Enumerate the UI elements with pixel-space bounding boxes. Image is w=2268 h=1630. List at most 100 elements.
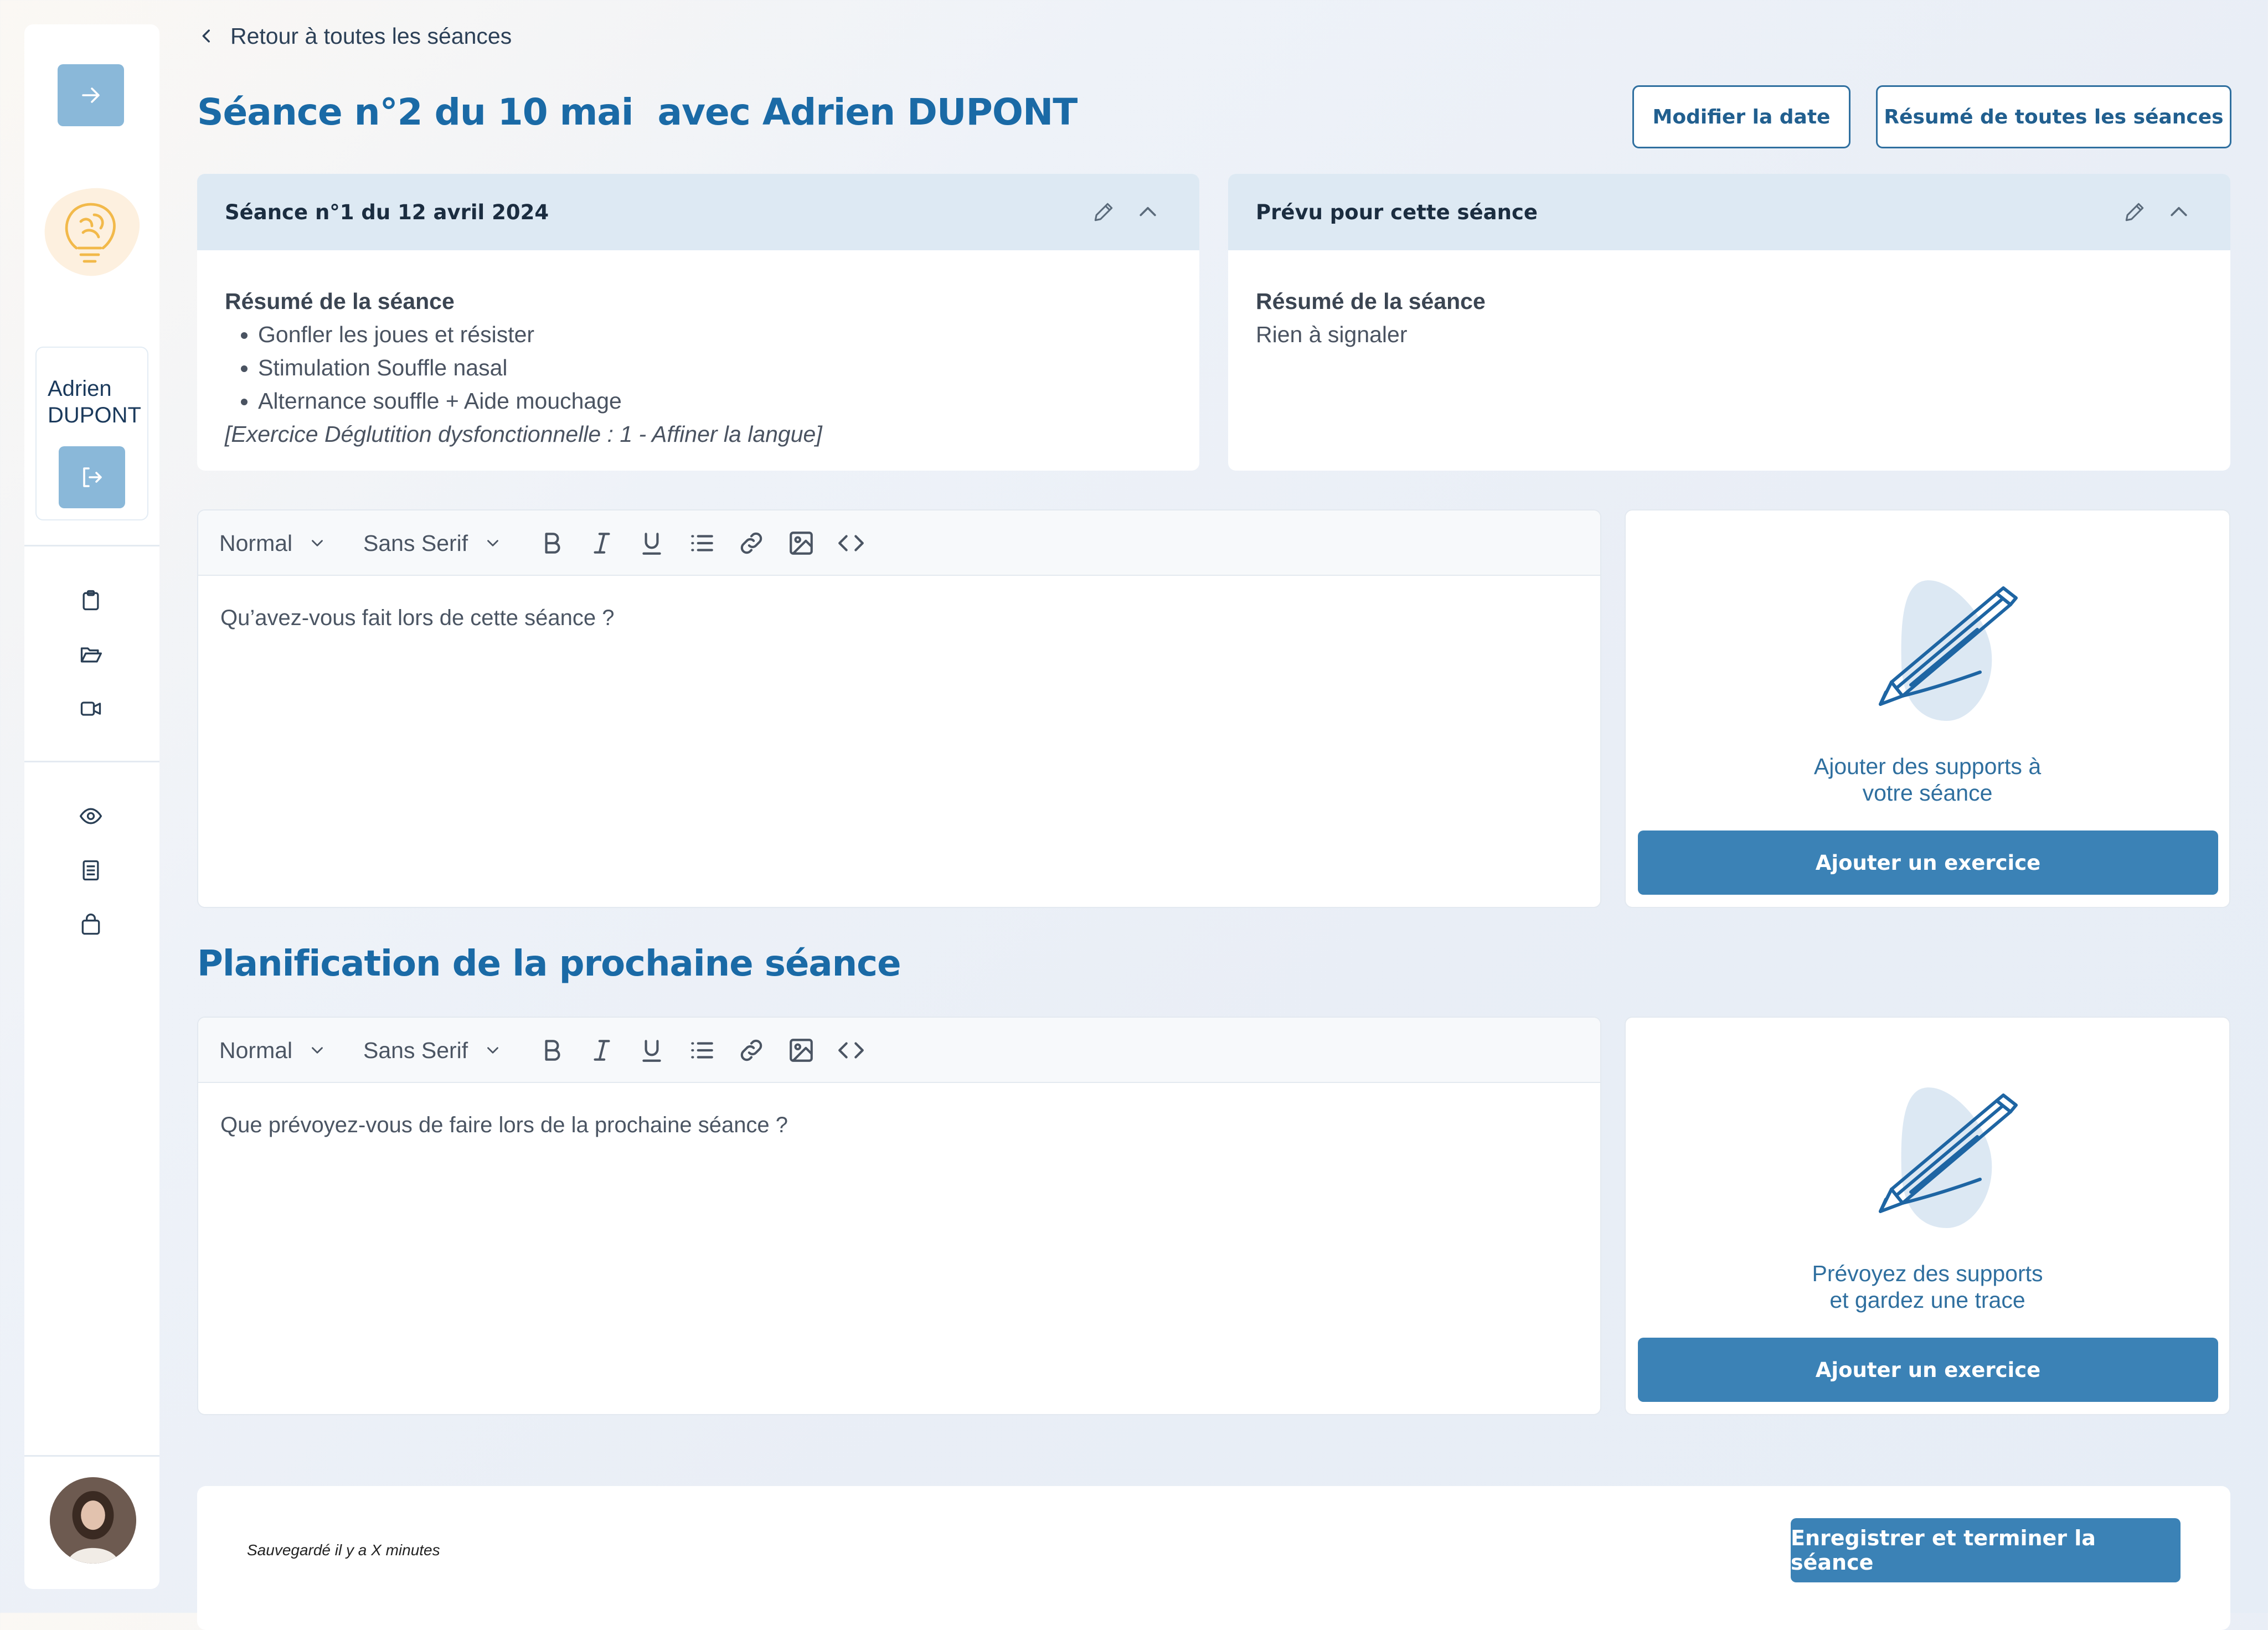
summary-heading: Résumé de la séance <box>1256 288 1486 314</box>
list-button[interactable] <box>688 1018 715 1083</box>
saved-status: Sauvegardé il y a X minutes <box>247 1541 440 1559</box>
user-name: Adrien DUPONT <box>48 376 141 427</box>
editor-placeholder[interactable]: Qu’avez-vous fait lors de cette séance ? <box>220 606 614 631</box>
list-item: Alternance souffle + Aide mouchage <box>258 384 1177 417</box>
footer-bar: Sauvegardé il y a X minutes Enregistrer … <box>197 1486 2230 1630</box>
expand-sidebar-button[interactable] <box>58 64 124 126</box>
video-icon <box>80 701 101 716</box>
add-support-card: Ajouter des supports à votre séance Ajou… <box>1625 509 2230 908</box>
image-icon <box>790 1039 813 1062</box>
summary-heading: Résumé de la séance <box>225 288 455 314</box>
exercise-note: [Exercice Déglutition dysfonctionnelle :… <box>225 421 822 447</box>
brain-bulb-logo <box>37 179 147 290</box>
chevron-down-icon <box>487 1047 499 1054</box>
plan-support-card: Prévoyez des supports et gardez une trac… <box>1625 1017 2230 1415</box>
planning-section-title: Planification de la prochaine séance <box>197 943 901 984</box>
book-icon <box>83 860 99 881</box>
arrow-right-icon <box>82 87 100 103</box>
sidebar-item-video[interactable] <box>75 693 106 724</box>
sidebar-item-eye[interactable] <box>75 801 106 832</box>
avatar[interactable] <box>50 1477 136 1564</box>
edit-icon[interactable] <box>2121 198 2148 226</box>
sidebar-item-folder[interactable] <box>75 639 106 670</box>
code-icon <box>838 1042 864 1059</box>
summary-all-sessions-button[interactable]: Résumé de toutes les séances <box>1876 85 2231 148</box>
format-select[interactable]: Normal <box>219 1018 327 1083</box>
image-button[interactable] <box>787 510 815 576</box>
underline-button[interactable] <box>638 510 666 576</box>
image-icon <box>790 532 813 555</box>
italic-button[interactable] <box>588 510 616 576</box>
list-button[interactable] <box>688 510 715 576</box>
font-select[interactable]: Sans Serif <box>363 510 502 576</box>
back-link[interactable]: Retour à toutes les séances <box>197 22 512 50</box>
edit-icon[interactable] <box>1090 198 1117 226</box>
underline-icon <box>642 533 661 555</box>
list-icon <box>691 535 713 551</box>
sidebar: Adrien DUPONT <box>24 24 159 1589</box>
sidebar-item-shop[interactable] <box>75 909 106 940</box>
shopping-bag-icon <box>81 914 100 935</box>
page-title: Séance n°2 du 10 mai avec Adrien DUPONT <box>197 91 1078 133</box>
sidebar-divider <box>24 1455 159 1457</box>
summary-list: Gonfler les joues et résister Stimulatio… <box>225 318 1177 417</box>
previous-session-header[interactable]: Séance n°1 du 12 avril 2024 <box>197 174 1199 250</box>
font-select[interactable]: Sans Serif <box>363 1018 502 1083</box>
bold-icon <box>545 533 560 554</box>
eye-icon <box>79 808 102 824</box>
summary-text: Rien à signaler <box>1256 322 1408 347</box>
session-notes-editor: Normal Sans Serif Qu’avez-vous fait lors <box>197 509 1601 908</box>
format-select[interactable]: Normal <box>219 510 327 576</box>
editor-placeholder[interactable]: Que prévoyez-vous de faire lors de la pr… <box>220 1113 788 1138</box>
editor-toolbar: Normal Sans Serif <box>198 510 1600 576</box>
sidebar-item-clipboard[interactable] <box>75 585 106 616</box>
chevron-up-icon[interactable] <box>1134 198 1162 226</box>
code-button[interactable] <box>837 510 865 576</box>
sidebar-divider <box>24 761 159 762</box>
save-and-finish-button[interactable]: Enregistrer et terminer la séance <box>1791 1518 2181 1582</box>
link-button[interactable] <box>738 510 765 576</box>
sidebar-divider <box>24 545 159 546</box>
clipboard-icon <box>83 590 99 611</box>
add-exercise-button[interactable]: Ajouter un exercice <box>1638 1338 2218 1402</box>
planned-session-body: Résumé de la séance Rien à signaler <box>1256 285 2208 351</box>
sidebar-item-book[interactable] <box>75 855 106 886</box>
list-icon <box>691 1042 713 1059</box>
code-button[interactable] <box>837 1018 865 1083</box>
planned-session-card: Prévu pour cette séance Résumé de la séa… <box>1228 174 2230 471</box>
logout-icon <box>83 467 102 487</box>
user-card: Adrien DUPONT <box>35 347 148 520</box>
previous-session-body: Résumé de la séance Gonfler les joues et… <box>225 285 1177 451</box>
planned-session-header[interactable]: Prévu pour cette séance <box>1228 174 2230 250</box>
link-icon <box>740 1039 762 1061</box>
logout-button[interactable] <box>59 446 125 508</box>
italic-button[interactable] <box>588 1018 616 1083</box>
chevron-up-icon[interactable] <box>2165 198 2193 226</box>
list-item: Stimulation Souffle nasal <box>258 351 1177 384</box>
bold-button[interactable] <box>538 1018 566 1083</box>
planned-session-title: Prévu pour cette séance <box>1256 200 1538 224</box>
list-item: Gonfler les joues et résister <box>258 318 1177 351</box>
back-link-label: Retour à toutes les séances <box>230 23 512 49</box>
code-icon <box>838 535 864 551</box>
link-button[interactable] <box>738 1018 765 1083</box>
modify-date-button[interactable]: Modifier la date <box>1632 85 1851 148</box>
folder-open-icon <box>80 647 102 663</box>
add-support-text: Ajouter des supports à votre séance <box>1813 754 2042 806</box>
bold-button[interactable] <box>538 510 566 576</box>
underline-icon <box>642 1040 661 1062</box>
pen-illustration <box>1858 571 2035 737</box>
italic-icon <box>594 1040 610 1061</box>
underline-button[interactable] <box>638 1018 666 1083</box>
chevron-down-icon <box>312 540 323 546</box>
plan-support-text: Prévoyez des supports et gardez une trac… <box>1812 1261 2043 1313</box>
previous-session-card: Séance n°1 du 12 avril 2024 Résumé de la… <box>197 174 1199 471</box>
bold-icon <box>545 1040 560 1061</box>
link-icon <box>740 532 762 554</box>
add-exercise-button[interactable]: Ajouter un exercice <box>1638 831 2218 895</box>
chevron-down-icon <box>312 1047 323 1054</box>
italic-icon <box>594 533 610 554</box>
chevron-left-icon <box>202 29 210 43</box>
image-button[interactable] <box>787 1018 815 1083</box>
chevron-down-icon <box>487 540 499 546</box>
